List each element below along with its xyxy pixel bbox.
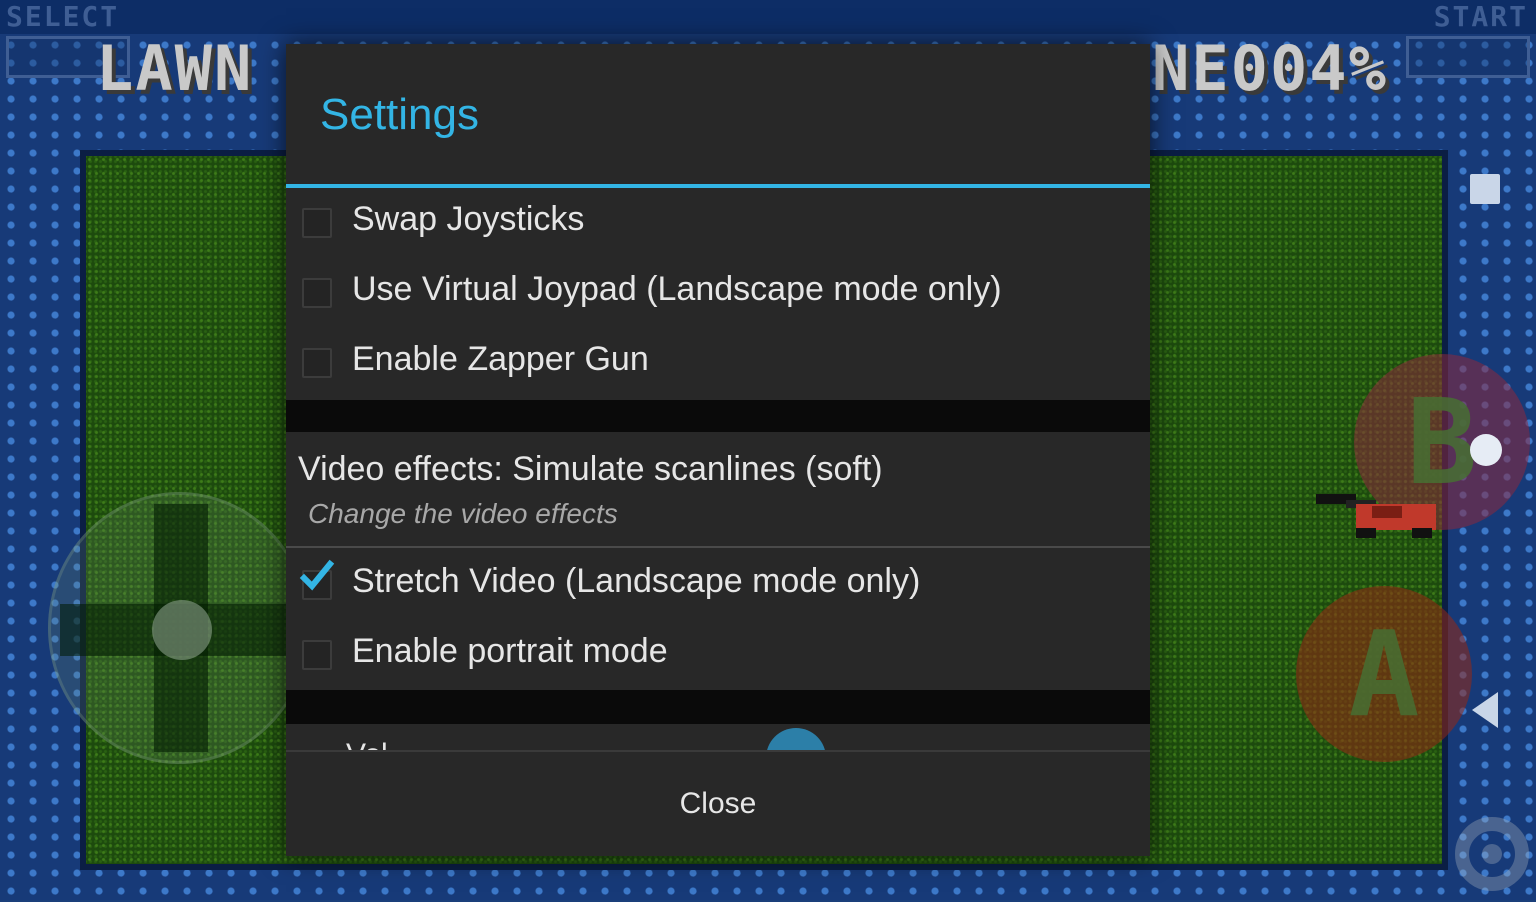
start-label: START bbox=[1433, 0, 1528, 33]
zapper-gun-checkbox[interactable] bbox=[302, 348, 332, 378]
video-effects-title: Video effects: Simulate scanlines (soft) bbox=[298, 450, 883, 488]
option-portrait-mode[interactable]: Enable portrait mode bbox=[286, 622, 1150, 692]
top-controls-bar bbox=[0, 0, 1536, 34]
option-label: Enable Zapper Gun bbox=[352, 340, 649, 378]
start-button[interactable] bbox=[1406, 36, 1530, 78]
virtual-joypad-checkbox[interactable] bbox=[302, 278, 332, 308]
game-score-right: NE004% bbox=[1152, 32, 1388, 105]
swap-joysticks-checkbox[interactable] bbox=[302, 208, 332, 238]
a-button[interactable]: A bbox=[1296, 586, 1472, 762]
game-score-left: LAWN bbox=[96, 32, 254, 105]
back-icon[interactable] bbox=[1472, 692, 1498, 728]
lawnmower-sprite bbox=[1316, 494, 1436, 538]
home-icon[interactable] bbox=[1470, 434, 1502, 466]
checkmark-icon bbox=[299, 559, 335, 591]
option-label: Stretch Video (Landscape mode only) bbox=[352, 562, 921, 600]
section-divider bbox=[286, 690, 1150, 724]
partially-visible-option: Vol bbox=[286, 724, 1150, 752]
dpad-knob[interactable] bbox=[152, 600, 212, 660]
dialog-title: Settings bbox=[320, 90, 479, 139]
recent-apps-icon[interactable] bbox=[1470, 174, 1500, 204]
option-swap-joysticks[interactable]: Swap Joysticks bbox=[286, 190, 1150, 260]
option-label: Swap Joysticks bbox=[352, 200, 585, 238]
section-divider bbox=[286, 400, 1150, 432]
portrait-mode-checkbox[interactable] bbox=[302, 640, 332, 670]
select-label: SELECT bbox=[6, 0, 120, 33]
option-label: Use Virtual Joypad (Landscape mode only) bbox=[352, 270, 1002, 308]
option-virtual-joypad[interactable]: Use Virtual Joypad (Landscape mode only) bbox=[286, 260, 1150, 330]
option-stretch-video[interactable]: Stretch Video (Landscape mode only) bbox=[286, 552, 1150, 622]
slider-knob[interactable] bbox=[766, 728, 826, 752]
settings-dialog: Settings Swap Joysticks Use Virtual Joyp… bbox=[286, 44, 1150, 856]
option-zapper-gun[interactable]: Enable Zapper Gun bbox=[286, 330, 1150, 400]
close-button[interactable]: Close bbox=[286, 752, 1150, 856]
title-divider bbox=[286, 184, 1150, 188]
gear-icon[interactable] bbox=[1444, 806, 1536, 902]
list-divider bbox=[286, 546, 1150, 548]
option-label: Enable portrait mode bbox=[352, 632, 668, 670]
video-effects-summary: Change the video effects bbox=[308, 498, 618, 529]
